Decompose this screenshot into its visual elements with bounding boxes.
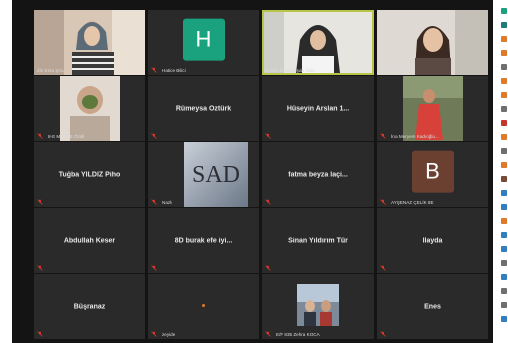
participant-list-avatar-icon[interactable] xyxy=(501,232,507,238)
participant-name: 8D burak efe iyi... xyxy=(174,237,233,244)
participant-list-avatar-icon[interactable] xyxy=(501,50,507,56)
participant-tile[interactable]: Büşranaz xyxy=(34,274,145,339)
participant-label: Eczacı Esra Özşah Ünlü xyxy=(265,68,315,73)
participant-name: Sinan Yıldırım Tür xyxy=(288,237,348,244)
participant-tile[interactable]: Hüseyin Arslan 1... xyxy=(262,76,374,141)
participant-tile[interactable]: H Hatice Bilici xyxy=(148,10,259,75)
participant-tile[interactable]: Rümeysa Öztürk xyxy=(148,76,259,141)
participant-tile[interactable]: zeyide xyxy=(148,274,259,339)
mic-muted-icon xyxy=(265,331,271,337)
mic-muted-icon xyxy=(37,199,43,205)
participant-label: 8-E MERVE Özdil xyxy=(48,134,85,139)
mic-muted-icon xyxy=(151,133,157,139)
participant-list-avatar-icon[interactable] xyxy=(501,260,507,266)
participant-avatar: H xyxy=(182,18,225,61)
participant-tile[interactable]: SAD Nazlı xyxy=(148,142,259,207)
participant-list-avatar-icon[interactable] xyxy=(501,162,507,168)
participant-list-avatar-icon[interactable] xyxy=(501,288,507,294)
mic-muted-icon xyxy=(380,331,386,337)
participant-tile[interactable]: Buket BURDU xyxy=(377,10,488,75)
participant-label: AYŞENAZ ÇELİK 8E xyxy=(391,200,434,205)
participant-tile[interactable]: Zin Esra ŞAL xyxy=(34,10,145,75)
participant-list-avatar-icon[interactable] xyxy=(501,246,507,252)
participant-photo xyxy=(264,12,372,73)
participant-list-avatar-icon[interactable] xyxy=(501,134,507,140)
participant-tile[interactable]: 8-E MERVE Özdil xyxy=(34,76,145,141)
mic-muted-icon xyxy=(37,133,43,139)
participant-label: Hatice Bilici xyxy=(162,68,186,73)
participant-list-avatar-icon[interactable] xyxy=(501,274,507,280)
mic-muted-icon xyxy=(380,265,386,271)
participant-list-avatar-icon[interactable] xyxy=(501,36,507,42)
mic-muted-icon xyxy=(151,265,157,271)
participant-tile[interactable]: Enes xyxy=(377,274,488,339)
participant-photo xyxy=(377,76,488,141)
participant-name: Rümeysa Öztürk xyxy=(175,105,232,112)
participant-label: Buket BURDU xyxy=(380,68,410,73)
participant-tile[interactable]: E/F 835 Zehra KOCA xyxy=(262,274,374,339)
participant-list-avatar-icon[interactable] xyxy=(501,120,507,126)
participant-label: E/F 835 Zehra KOCA xyxy=(276,332,320,337)
participant-label: Nazlı xyxy=(162,200,173,205)
participant-list-avatar-icon[interactable] xyxy=(501,148,507,154)
avatar-initial: H xyxy=(195,26,212,52)
participant-list-avatar-icon[interactable] xyxy=(501,302,507,308)
mic-muted-icon xyxy=(265,265,271,271)
participant-list-avatar-icon[interactable] xyxy=(501,8,507,14)
participant-tile[interactable]: Sinan Yıldırım Tür xyxy=(262,208,374,273)
participant-name: Enes xyxy=(424,303,441,310)
participant-list-avatar-icon[interactable] xyxy=(501,22,507,28)
mic-muted-icon xyxy=(265,133,271,139)
participant-tile[interactable]: İlayda xyxy=(377,208,488,273)
participant-name: İlayda xyxy=(422,237,443,244)
participant-tile[interactable]: Tuğba YILDIZ Piho xyxy=(34,142,145,207)
mic-muted-icon xyxy=(265,199,271,205)
participant-tile-active-speaker[interactable]: Eczacı Esra Özşah Ünlü xyxy=(262,10,374,75)
participant-label: zeyide xyxy=(162,332,176,337)
participant-label: Zin Esra ŞAL xyxy=(37,68,65,73)
participant-list-avatar-icon[interactable] xyxy=(501,92,507,98)
participant-list-avatar-icon[interactable] xyxy=(501,106,507,112)
mic-muted-icon xyxy=(151,67,157,73)
participant-name: Hüseyin Arslan 1... xyxy=(286,105,350,112)
avatar-initial: B xyxy=(425,158,440,184)
participant-name: Büşranaz xyxy=(73,303,106,310)
participant-photo: SAD xyxy=(184,142,248,207)
photo-text: SAD xyxy=(192,162,240,188)
participant-tile[interactable]: Abdullah Keser xyxy=(34,208,145,273)
participant-list-avatar-icon[interactable] xyxy=(501,316,507,322)
participant-label: İrıa Meryem Kadıoğlu... xyxy=(391,134,439,139)
participants-sidebar-strip xyxy=(499,8,508,343)
participant-list-avatar-icon[interactable] xyxy=(501,218,507,224)
participant-avatar: B xyxy=(411,150,454,193)
mic-muted-icon xyxy=(151,199,157,205)
participant-list-avatar-icon[interactable] xyxy=(501,204,507,210)
participant-tile[interactable]: İrıa Meryem Kadıoğlu... xyxy=(377,76,488,141)
participant-list-avatar-icon[interactable] xyxy=(501,176,507,182)
participant-list-avatar-icon[interactable] xyxy=(501,190,507,196)
participant-list-avatar-icon[interactable] xyxy=(501,78,507,84)
participant-name: Abdullah Keser xyxy=(63,237,116,244)
participant-list-avatar-icon[interactable] xyxy=(501,64,507,70)
participant-tile[interactable]: B AYŞENAZ ÇELİK 8E xyxy=(377,142,488,207)
video-loading-dot xyxy=(202,304,205,307)
participant-photo xyxy=(297,284,339,326)
participant-name: fatma beyza laçi... xyxy=(288,171,348,178)
mic-muted-icon xyxy=(151,331,157,337)
mic-muted-icon xyxy=(380,199,386,205)
mic-muted-icon xyxy=(37,331,43,337)
participant-photo xyxy=(377,10,488,75)
mic-muted-icon xyxy=(37,265,43,271)
participant-tile[interactable]: fatma beyza laçi... xyxy=(262,142,374,207)
participant-photo xyxy=(34,10,145,75)
mic-muted-icon xyxy=(380,133,386,139)
participant-photo xyxy=(34,76,145,141)
participant-tile[interactable]: 8D burak efe iyi... xyxy=(148,208,259,273)
video-grid: Zin Esra ŞAL H Hatice Bilici Eczacı Esra… xyxy=(12,0,493,343)
participant-name: Tuğba YILDIZ Piho xyxy=(58,171,121,178)
